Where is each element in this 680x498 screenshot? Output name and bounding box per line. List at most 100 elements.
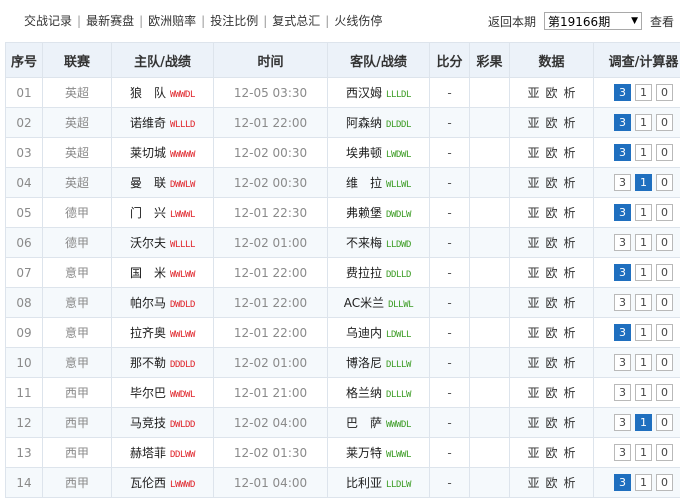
back-to-current-link[interactable]: 返回本期 (488, 13, 536, 30)
asian-odds-link[interactable]: 亚 (527, 414, 539, 431)
home-team-link[interactable]: 毕尔巴 (130, 386, 166, 400)
analysis-link[interactable]: 析 (564, 354, 576, 371)
calc-option-button[interactable]: 1 (635, 444, 652, 461)
analysis-link[interactable]: 析 (564, 324, 576, 341)
away-team-link[interactable]: 格兰纳 (346, 386, 382, 400)
euro-odds-link[interactable]: 欧 (545, 384, 557, 401)
analysis-link[interactable]: 析 (564, 474, 576, 491)
nav-link-european-odds[interactable]: 欧洲赔率 (148, 12, 196, 29)
league-link[interactable]: 英超 (43, 108, 112, 138)
calc-option-button[interactable]: 0 (656, 84, 673, 101)
nav-link-latest-odds[interactable]: 最新赛盘 (86, 12, 134, 29)
asian-odds-link[interactable]: 亚 (527, 324, 539, 341)
away-team-link[interactable]: 费拉拉 (346, 266, 382, 280)
league-link[interactable]: 西甲 (43, 408, 112, 438)
calc-option-button[interactable]: 0 (656, 264, 673, 281)
euro-odds-link[interactable]: 欧 (545, 174, 557, 191)
away-team-link[interactable]: 弗赖堡 (346, 206, 382, 220)
league-link[interactable]: 意甲 (43, 348, 112, 378)
calc-option-button[interactable]: 1 (635, 414, 652, 431)
home-team-link[interactable]: 门 兴 (130, 206, 166, 220)
calc-option-button[interactable]: 0 (656, 114, 673, 131)
league-link[interactable]: 意甲 (43, 318, 112, 348)
calc-option-button[interactable]: 3 (614, 324, 631, 341)
away-team-link[interactable]: 巴 萨 (346, 416, 382, 430)
away-team-link[interactable]: 莱万特 (346, 446, 382, 460)
league-link[interactable]: 西甲 (43, 438, 112, 468)
analysis-link[interactable]: 析 (564, 234, 576, 251)
euro-odds-link[interactable]: 欧 (545, 234, 557, 251)
euro-odds-link[interactable]: 欧 (545, 474, 557, 491)
league-link[interactable]: 英超 (43, 138, 112, 168)
calc-option-button[interactable]: 0 (656, 324, 673, 341)
league-link[interactable]: 西甲 (43, 468, 112, 498)
home-team-link[interactable]: 国 米 (130, 266, 166, 280)
home-team-link[interactable]: 沃尔夫 (130, 236, 166, 250)
calc-option-button[interactable]: 3 (614, 414, 631, 431)
calc-option-button[interactable]: 3 (614, 354, 631, 371)
calc-option-button[interactable]: 1 (635, 234, 652, 251)
calc-option-button[interactable]: 0 (656, 384, 673, 401)
calc-option-button[interactable]: 1 (635, 174, 652, 191)
home-team-link[interactable]: 瓦伦西 (130, 476, 166, 490)
calc-option-button[interactable]: 3 (614, 474, 631, 491)
calc-option-button[interactable]: 1 (635, 114, 652, 131)
calc-option-button[interactable]: 0 (656, 234, 673, 251)
asian-odds-link[interactable]: 亚 (527, 144, 539, 161)
away-team-link[interactable]: 阿森纳 (346, 116, 382, 130)
calc-option-button[interactable]: 0 (656, 444, 673, 461)
home-team-link[interactable]: 那不勒 (130, 356, 166, 370)
calc-option-button[interactable]: 3 (614, 444, 631, 461)
calc-option-button[interactable]: 3 (614, 204, 631, 221)
league-link[interactable]: 意甲 (43, 258, 112, 288)
league-link[interactable]: 西甲 (43, 378, 112, 408)
calc-option-button[interactable]: 3 (614, 114, 631, 131)
home-team-link[interactable]: 帕尔马 (130, 296, 166, 310)
home-team-link[interactable]: 莱切城 (130, 146, 166, 160)
nav-link-history[interactable]: 交战记录 (24, 12, 72, 29)
away-team-link[interactable]: 埃弗顿 (346, 146, 382, 160)
home-team-link[interactable]: 赫塔菲 (130, 446, 166, 460)
league-link[interactable]: 德甲 (43, 228, 112, 258)
asian-odds-link[interactable]: 亚 (527, 444, 539, 461)
euro-odds-link[interactable]: 欧 (545, 324, 557, 341)
away-team-link[interactable]: 博洛尼 (346, 356, 382, 370)
away-team-link[interactable]: 比利亚 (346, 476, 382, 490)
calc-option-button[interactable]: 0 (656, 204, 673, 221)
euro-odds-link[interactable]: 欧 (545, 264, 557, 281)
euro-odds-link[interactable]: 欧 (545, 444, 557, 461)
euro-odds-link[interactable]: 欧 (545, 294, 557, 311)
away-team-link[interactable]: 西汉姆 (346, 86, 382, 100)
calc-option-button[interactable]: 3 (614, 234, 631, 251)
euro-odds-link[interactable]: 欧 (545, 354, 557, 371)
calc-option-button[interactable]: 1 (635, 84, 652, 101)
calc-option-button[interactable]: 1 (635, 324, 652, 341)
euro-odds-link[interactable]: 欧 (545, 144, 557, 161)
asian-odds-link[interactable]: 亚 (527, 114, 539, 131)
euro-odds-link[interactable]: 欧 (545, 414, 557, 431)
calc-option-button[interactable]: 0 (656, 174, 673, 191)
calc-option-button[interactable]: 1 (635, 294, 652, 311)
calc-option-button[interactable]: 3 (614, 294, 631, 311)
calc-option-button[interactable]: 1 (635, 264, 652, 281)
euro-odds-link[interactable]: 欧 (545, 114, 557, 131)
calc-option-button[interactable]: 1 (635, 204, 652, 221)
analysis-link[interactable]: 析 (564, 294, 576, 311)
analysis-link[interactable]: 析 (564, 414, 576, 431)
nav-link-bet-ratio[interactable]: 投注比例 (210, 12, 258, 29)
home-team-link[interactable]: 马竞技 (130, 416, 166, 430)
calc-option-button[interactable]: 0 (656, 354, 673, 371)
nav-link-injuries[interactable]: 火线伤停 (334, 12, 382, 29)
league-link[interactable]: 英超 (43, 168, 112, 198)
period-select[interactable]: 第19166期 ▼ (544, 12, 642, 30)
analysis-link[interactable]: 析 (564, 384, 576, 401)
league-link[interactable]: 意甲 (43, 288, 112, 318)
home-team-link[interactable]: 狼 队 (130, 86, 166, 100)
asian-odds-link[interactable]: 亚 (527, 354, 539, 371)
asian-odds-link[interactable]: 亚 (527, 174, 539, 191)
analysis-link[interactable]: 析 (564, 204, 576, 221)
calc-option-button[interactable]: 3 (614, 144, 631, 161)
euro-odds-link[interactable]: 欧 (545, 84, 557, 101)
home-team-link[interactable]: 诺维奇 (130, 116, 166, 130)
away-team-link[interactable]: 维 拉 (346, 176, 382, 190)
